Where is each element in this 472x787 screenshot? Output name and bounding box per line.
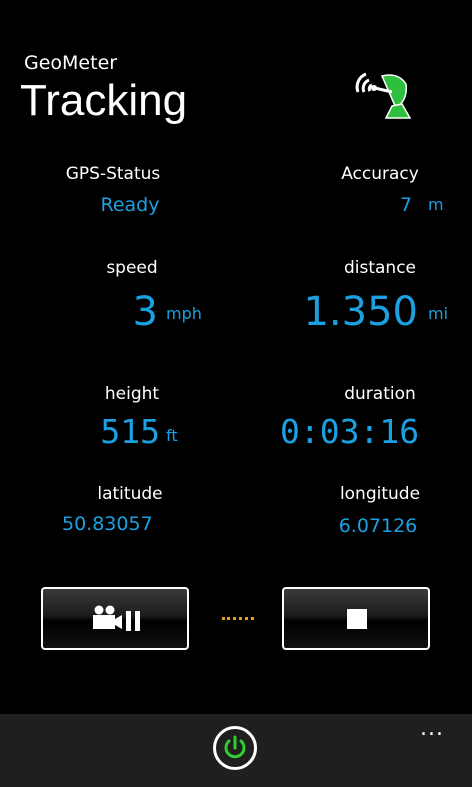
- speed-unit: mph: [166, 304, 202, 323]
- more-options-button[interactable]: ...: [420, 716, 444, 741]
- stop-icon: [347, 609, 367, 629]
- height-value: 515: [100, 412, 160, 451]
- app-name: GeoMeter: [24, 52, 118, 74]
- stop-button[interactable]: [282, 587, 430, 650]
- longitude-label: longitude: [339, 484, 421, 504]
- gps-satellite-icon: [355, 72, 412, 119]
- power-button[interactable]: [213, 726, 257, 770]
- accuracy-unit: m: [428, 195, 444, 214]
- speed-label: speed: [106, 258, 158, 278]
- power-icon: [224, 735, 246, 759]
- height-label: height: [104, 384, 160, 404]
- distance-label: distance: [343, 258, 417, 278]
- status-dash: [222, 617, 254, 620]
- gps-status-label: GPS-Status: [65, 164, 161, 184]
- distance-unit: mi: [428, 304, 449, 323]
- latitude-value: 50.83057: [62, 513, 153, 535]
- video-pause-icon: [93, 605, 140, 631]
- duration-value: 0:03:16: [280, 412, 420, 451]
- page-title: Tracking: [20, 76, 188, 125]
- latitude-label: latitude: [97, 484, 163, 504]
- height-unit: ft: [166, 426, 178, 445]
- distance-value: 1.350: [303, 289, 418, 335]
- pause-recording-button[interactable]: [41, 587, 189, 650]
- accuracy-label: Accuracy: [341, 164, 419, 184]
- duration-label: duration: [344, 384, 416, 404]
- gps-status-value: Ready: [100, 194, 160, 216]
- speed-value: 3: [132, 289, 158, 335]
- accuracy-value: 7: [399, 194, 412, 216]
- longitude-value: 6.07126: [338, 515, 418, 537]
